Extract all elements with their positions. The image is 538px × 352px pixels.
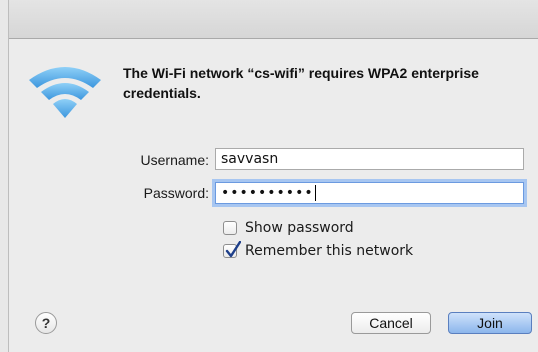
show-password-checkbox[interactable]	[223, 221, 237, 235]
join-button[interactable]: Join	[448, 312, 532, 334]
username-label: Username:	[140, 152, 209, 168]
cancel-button[interactable]: Cancel	[351, 312, 431, 334]
dialog-titlebar	[9, 0, 538, 39]
dialog-message: The Wi-Fi network “cs-wifi” requires WPA…	[123, 65, 479, 101]
checkmark-icon	[225, 241, 241, 258]
remember-network-label[interactable]: Remember this network	[245, 242, 413, 260]
help-button[interactable]: ?	[35, 312, 57, 334]
password-label: Password:	[143, 185, 209, 201]
text-caret	[314, 185, 316, 201]
username-field[interactable]: savvasn	[215, 148, 524, 170]
password-value: ••••••••••	[221, 185, 314, 201]
password-field[interactable]: ••••••••••	[215, 182, 524, 204]
wifi-icon	[29, 67, 101, 118]
remember-network-checkbox[interactable]	[223, 241, 241, 258]
username-value: savvasn	[221, 151, 279, 167]
show-password-label[interactable]: Show password	[245, 219, 354, 237]
wifi-credentials-dialog: The Wi-Fi network “cs-wifi” requires WPA…	[8, 0, 538, 352]
